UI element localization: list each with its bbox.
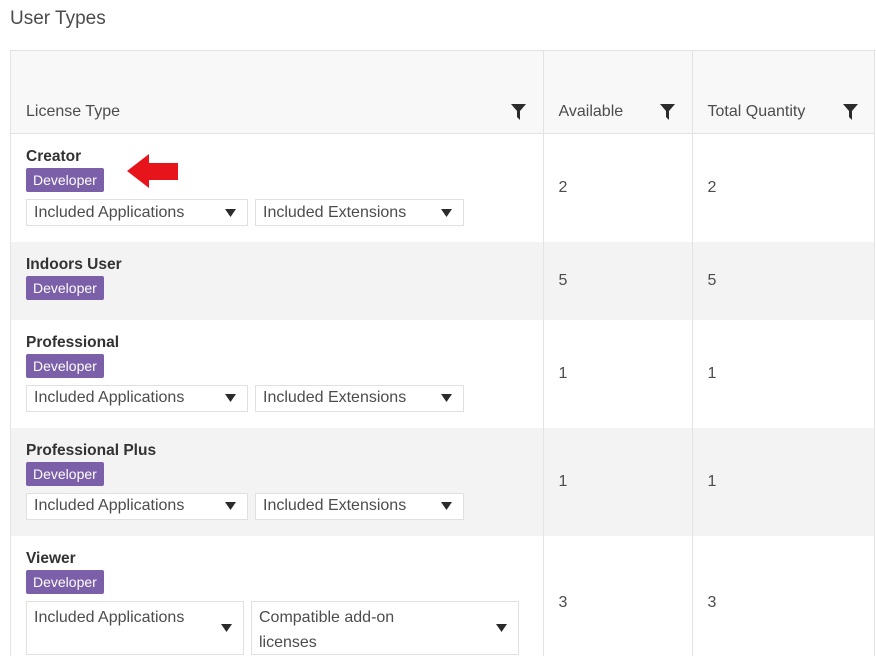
included-applications-dropdown[interactable]: Included Applications xyxy=(26,199,248,226)
total-quantity-cell: 3 xyxy=(692,536,874,656)
license-type-name: Viewer xyxy=(26,550,543,568)
user-types-table: License Type Available Total Quantity Cr… xyxy=(10,50,876,656)
available-cell: 5 xyxy=(543,242,692,320)
included-applications-dropdown[interactable]: Included Applications xyxy=(26,385,248,412)
caret-down-icon xyxy=(225,209,236,217)
dropdown-label: Included Applications xyxy=(34,497,184,515)
column-header-total-quantity[interactable]: Total Quantity xyxy=(692,51,874,134)
dropdown-label: Included Extensions xyxy=(263,497,406,515)
table-row: Viewer Developer Included Applications C… xyxy=(11,536,874,656)
caret-down-icon xyxy=(441,209,452,217)
caret-down-icon xyxy=(441,394,452,402)
column-header-license-type[interactable]: License Type xyxy=(11,51,543,134)
license-type-cell: Professional Plus Developer Included App… xyxy=(11,428,543,536)
table-header-row: License Type Available Total Quantity xyxy=(11,51,874,134)
license-type-cell: Professional Developer Included Applicat… xyxy=(11,320,543,428)
available-cell: 1 xyxy=(543,320,692,428)
dropdown-label: Included Applications xyxy=(34,605,204,630)
caret-down-icon xyxy=(225,502,236,510)
available-cell: 2 xyxy=(543,134,692,242)
filter-icon[interactable] xyxy=(843,104,858,120)
table-row: Professional Developer Included Applicat… xyxy=(11,320,874,428)
column-header-label: Available xyxy=(559,103,624,120)
included-extensions-dropdown[interactable]: Included Extensions xyxy=(255,385,464,412)
license-type-name: Professional xyxy=(26,334,543,352)
license-type-cell: Viewer Developer Included Applications C… xyxy=(11,536,543,656)
included-applications-dropdown[interactable]: Included Applications xyxy=(26,601,244,655)
developer-badge: Developer xyxy=(26,168,104,192)
table-row: Professional Plus Developer Included App… xyxy=(11,428,874,536)
dropdown-label: Included Applications xyxy=(34,389,184,407)
license-type-name: Professional Plus xyxy=(26,442,543,460)
dropdown-label: Included Extensions xyxy=(263,204,406,222)
total-quantity-cell: 1 xyxy=(692,428,874,536)
included-extensions-dropdown[interactable]: Included Extensions xyxy=(255,493,464,520)
included-applications-dropdown[interactable]: Included Applications xyxy=(26,493,248,520)
filter-icon[interactable] xyxy=(511,104,526,120)
caret-down-icon xyxy=(496,624,507,632)
available-cell: 3 xyxy=(543,536,692,656)
filter-icon[interactable] xyxy=(660,104,675,120)
column-header-label: License Type xyxy=(26,103,120,120)
dropdown-label: Included Extensions xyxy=(263,389,406,407)
developer-badge: Developer xyxy=(26,276,104,300)
dropdown-label: Included Applications xyxy=(34,204,184,222)
column-header-label: Total Quantity xyxy=(708,103,806,120)
dropdown-label: Compatible add-on licenses xyxy=(259,605,429,655)
license-type-cell: Indoors User Developer xyxy=(11,242,543,320)
page-title: User Types xyxy=(10,8,106,30)
caret-down-icon xyxy=(221,624,232,632)
total-quantity-cell: 5 xyxy=(692,242,874,320)
license-type-cell: Creator Developer Included Applications … xyxy=(11,134,543,242)
total-quantity-cell: 2 xyxy=(692,134,874,242)
developer-badge: Developer xyxy=(26,570,104,594)
caret-down-icon xyxy=(441,502,452,510)
available-cell: 1 xyxy=(543,428,692,536)
total-quantity-cell: 1 xyxy=(692,320,874,428)
license-type-name: Creator xyxy=(26,148,543,166)
compatible-add-on-licenses-dropdown[interactable]: Compatible add-on licenses xyxy=(251,601,519,655)
caret-down-icon xyxy=(225,394,236,402)
license-type-name: Indoors User xyxy=(26,256,543,274)
red-arrow-icon xyxy=(127,153,179,189)
developer-badge: Developer xyxy=(26,354,104,378)
column-header-available[interactable]: Available xyxy=(543,51,692,134)
developer-badge: Developer xyxy=(26,462,104,486)
table-row: Indoors User Developer 5 5 xyxy=(11,242,874,320)
included-extensions-dropdown[interactable]: Included Extensions xyxy=(255,199,464,226)
